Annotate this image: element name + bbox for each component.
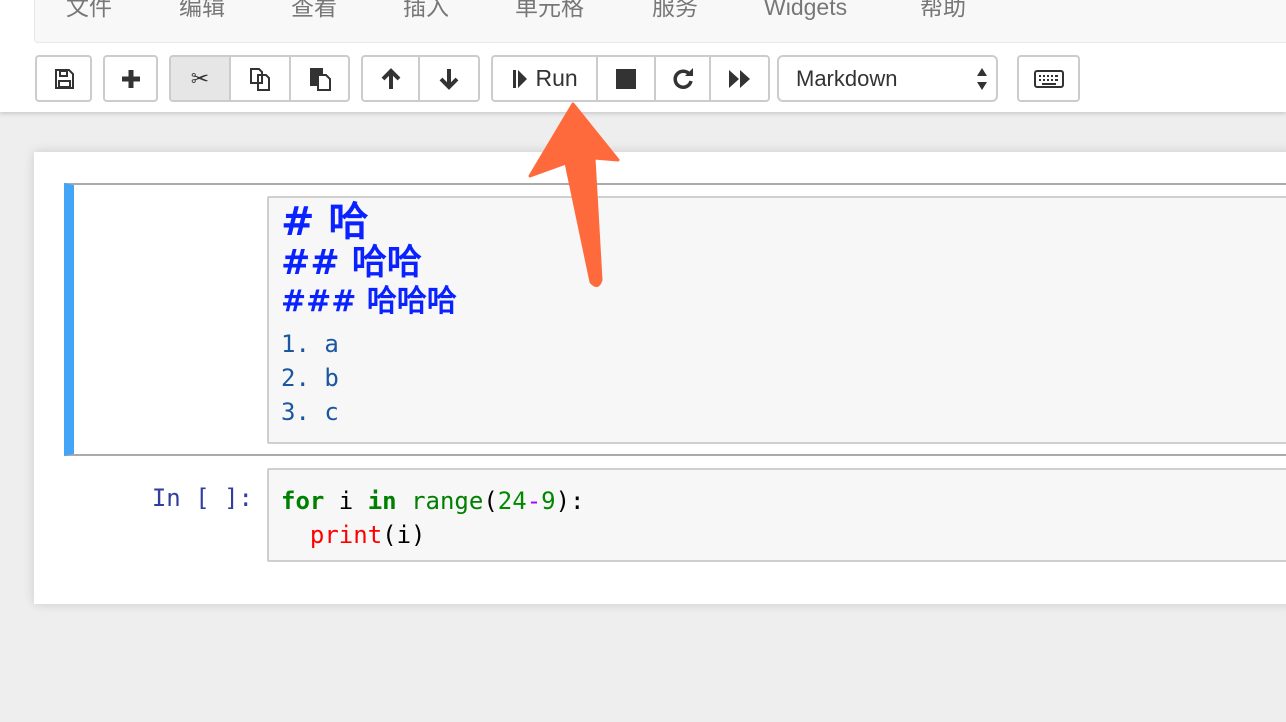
annotation-arrow-icon [528, 102, 620, 287]
